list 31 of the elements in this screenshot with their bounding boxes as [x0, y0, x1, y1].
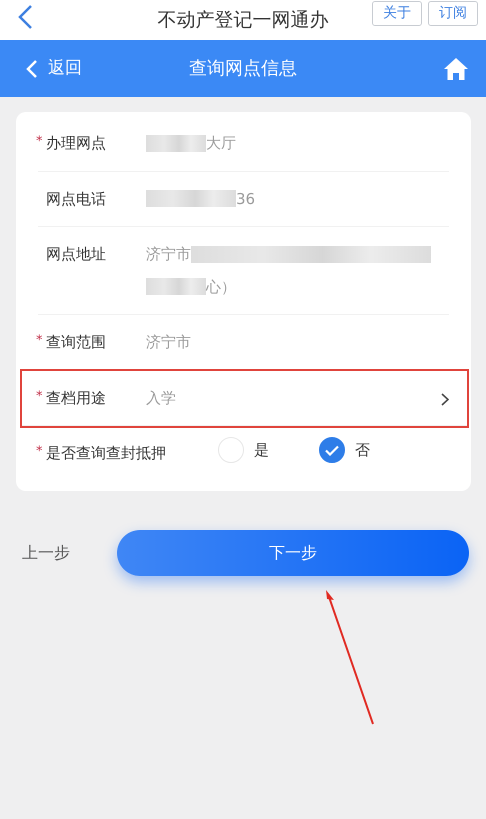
- field-label: 网点地址: [45, 244, 107, 265]
- field-value: 36: [236, 188, 256, 210]
- field-label: * 办理网点: [38, 132, 107, 154]
- previous-step-button[interactable]: 上一步: [22, 540, 117, 564]
- back-button[interactable]: 返回: [0, 54, 88, 82]
- header-button[interactable]: 订阅: [428, 1, 478, 26]
- required-mark: *: [36, 332, 42, 350]
- chevron-right-icon[interactable]: [441, 392, 449, 406]
- required-mark: *: [36, 388, 42, 406]
- field-value: 济宁市: [146, 244, 191, 265]
- required-mark: *: [36, 133, 42, 151]
- redacted-block: [146, 278, 206, 296]
- field-label: * 查档用途: [38, 386, 107, 408]
- field-value[interactable]: 入学: [146, 386, 176, 409]
- field-label: * 是否查询查封抵押: [38, 442, 166, 464]
- next-step-button[interactable]: 下一步: [117, 530, 469, 576]
- page-title: 查询网点信息: [189, 57, 297, 81]
- redacted-block: [146, 134, 206, 152]
- chevron-left-icon[interactable]: [26, 60, 38, 78]
- radio-option[interactable]: 否: [319, 436, 370, 464]
- radio-option[interactable]: 是: [218, 436, 269, 464]
- field-value: 济宁市: [146, 332, 191, 353]
- field-label: 网点电话: [45, 188, 107, 210]
- header-button[interactable]: 关于: [372, 1, 422, 26]
- field-value: 心）: [206, 276, 236, 298]
- field-label: * 查询范围: [38, 331, 107, 353]
- home-icon[interactable]: [444, 58, 468, 80]
- field-value: 大厅: [206, 133, 236, 154]
- required-mark: *: [36, 443, 42, 461]
- app-title: 不动产登记一网通办: [158, 8, 328, 33]
- radio-icon[interactable]: [319, 437, 345, 464]
